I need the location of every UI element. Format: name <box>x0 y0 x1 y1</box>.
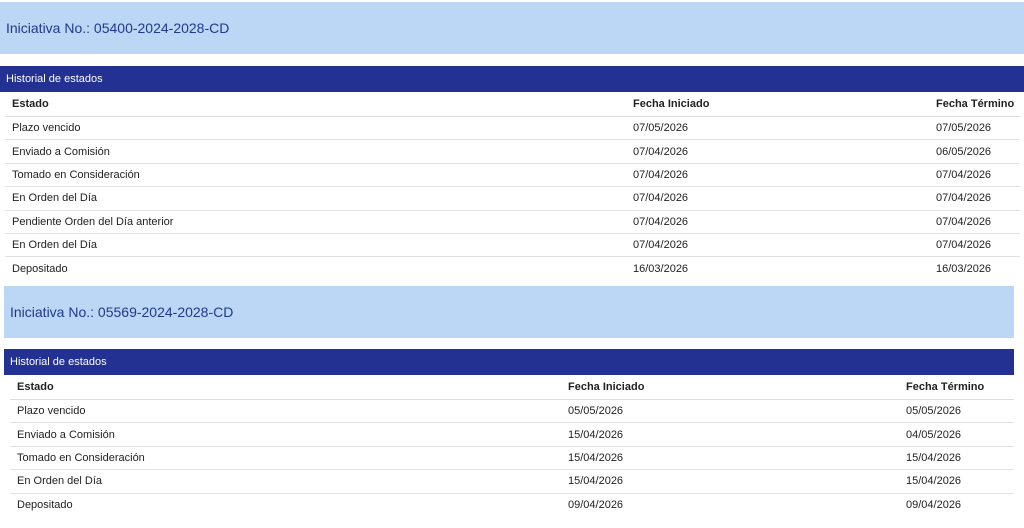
historial-header: Historial de estados <box>0 66 1024 92</box>
cell-estado: Tomado en Consideración <box>5 163 633 188</box>
column-header-estado: Estado <box>5 92 633 117</box>
iniciativa-title: Iniciativa No.: 05569-2024-2028-CD <box>10 304 234 320</box>
cell-fecha-iniciado: 07/04/2026 <box>633 186 936 211</box>
cell-fecha-termino: 07/04/2026 <box>936 186 1020 211</box>
historial-label: Historial de estados <box>6 73 103 85</box>
cell-estado: Enviado a Comisión <box>5 139 633 164</box>
table-row: Depositado 09/04/2026 09/04/2026 <box>10 493 1014 516</box>
cell-estado: Depositado <box>17 498 73 511</box>
cell-fecha-termino: 07/04/2026 <box>936 233 1020 258</box>
cell-fecha-termino: 16/03/2026 <box>936 262 992 275</box>
table-row: En Orden del Día 15/04/2026 15/04/2026 <box>10 469 1014 494</box>
cell-fecha-iniciado: 16/03/2026 <box>633 262 689 275</box>
cell-fecha-iniciado: 15/04/2026 <box>568 469 906 494</box>
cell-fecha-iniciado: 07/04/2026 <box>633 210 936 234</box>
cell-fecha-termino: 07/04/2026 <box>936 210 1020 234</box>
iniciativa-header: Iniciativa No.: 05400-2024-2028-CD <box>0 2 1024 54</box>
column-header-fecha-termino: Fecha Término <box>936 92 1020 117</box>
cell-estado: En Orden del Día <box>5 186 633 211</box>
cell-fecha-iniciado: 05/05/2026 <box>568 399 906 424</box>
cell-estado: Plazo vencido <box>5 116 633 141</box>
column-header-estado: Estado <box>10 375 568 400</box>
cell-fecha-iniciado: 15/04/2026 <box>568 422 906 447</box>
cell-fecha-termino: 04/05/2026 <box>906 422 1014 447</box>
cell-fecha-termino: 07/04/2026 <box>936 163 1020 188</box>
historial-label: Historial de estados <box>10 356 107 368</box>
table-header-row: Estado Fecha Iniciado Fecha Término <box>5 92 1020 117</box>
table-row: Plazo vencido 07/05/2026 07/05/2026 <box>5 116 1020 141</box>
table-header-row: Estado Fecha Iniciado Fecha Término <box>10 375 1014 400</box>
cell-estado: Plazo vencido <box>10 399 568 424</box>
table-row: Enviado a Comisión 07/04/2026 06/05/2026 <box>5 139 1020 164</box>
table-row: En Orden del Día 07/04/2026 07/04/2026 <box>5 186 1020 211</box>
cell-estado: Tomado en Consideración <box>10 446 568 471</box>
cell-estado: Depositado <box>12 262 68 275</box>
cell-fecha-iniciado: 15/04/2026 <box>568 446 906 471</box>
table-row: En Orden del Día 07/04/2026 07/04/2026 <box>5 233 1020 258</box>
table-row: Plazo vencido 05/05/2026 05/05/2026 <box>10 399 1014 424</box>
cell-fecha-iniciado: 07/05/2026 <box>633 116 936 141</box>
column-header-fecha-termino: Fecha Término <box>906 375 1014 400</box>
cell-fecha-termino: 07/05/2026 <box>936 116 1020 141</box>
iniciativa-title: Iniciativa No.: 05400-2024-2028-CD <box>6 20 230 36</box>
column-header-fecha-iniciado: Fecha Iniciado <box>633 92 936 117</box>
cell-fecha-iniciado: 07/04/2026 <box>633 233 936 258</box>
cell-fecha-iniciado: 09/04/2026 <box>568 498 624 511</box>
table-row: Depositado 16/03/2026 16/03/2026 <box>5 257 1020 280</box>
cell-fecha-termino: 05/05/2026 <box>906 399 1014 424</box>
historial-table: Estado Fecha Iniciado Fecha Término Plaz… <box>5 92 1020 280</box>
table-row: Tomado en Consideración 07/04/2026 07/04… <box>5 163 1020 188</box>
cell-fecha-termino: 09/04/2026 <box>906 498 962 511</box>
iniciativa-header: Iniciativa No.: 05569-2024-2028-CD <box>4 286 1014 338</box>
cell-fecha-iniciado: 07/04/2026 <box>633 139 936 164</box>
cell-fecha-termino: 15/04/2026 <box>906 446 1014 471</box>
historial-table: Estado Fecha Iniciado Fecha Término Plaz… <box>10 375 1014 516</box>
cell-estado: Pendiente Orden del Día anterior <box>5 210 633 234</box>
historial-header: Historial de estados <box>4 349 1014 375</box>
cell-estado: En Orden del Día <box>10 469 568 494</box>
cell-estado: Enviado a Comisión <box>10 422 568 447</box>
cell-fecha-termino: 15/04/2026 <box>906 469 1014 494</box>
column-header-fecha-iniciado: Fecha Iniciado <box>568 375 906 400</box>
cell-estado: En Orden del Día <box>5 233 633 258</box>
cell-fecha-iniciado: 07/04/2026 <box>633 163 936 188</box>
table-row: Pendiente Orden del Día anterior 07/04/2… <box>5 210 1020 234</box>
cell-fecha-termino: 06/05/2026 <box>936 139 1020 164</box>
table-row: Tomado en Consideración 15/04/2026 15/04… <box>10 446 1014 471</box>
table-row: Enviado a Comisión 15/04/2026 04/05/2026 <box>10 422 1014 447</box>
